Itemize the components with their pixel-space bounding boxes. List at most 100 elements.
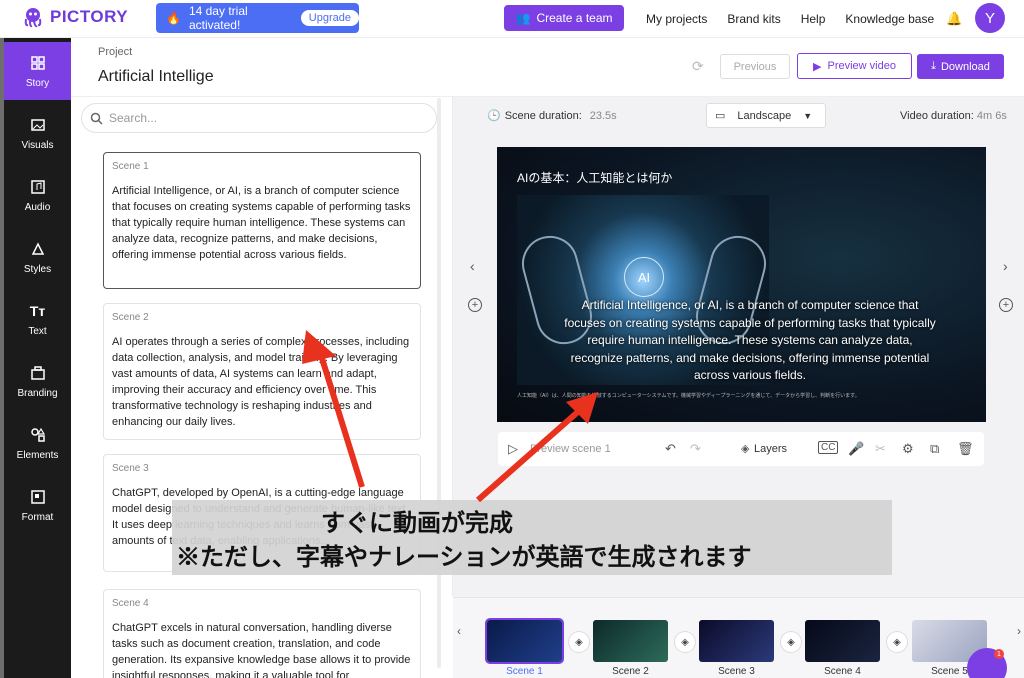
scene-label: Scene 1 bbox=[112, 161, 149, 172]
upgrade-button[interactable]: Upgrade bbox=[300, 10, 359, 26]
video-duration-value: 4m 6s bbox=[976, 110, 1007, 122]
sidebar-item-label: Text bbox=[28, 325, 47, 337]
avatar[interactable]: Y bbox=[975, 3, 1005, 33]
team-icon: 👥 bbox=[515, 11, 531, 25]
gear-icon[interactable]: ⚙ bbox=[902, 441, 914, 457]
layer-icon[interactable]: ◈ bbox=[781, 632, 801, 652]
nav-knowledge-base[interactable]: Knowledge base bbox=[845, 12, 934, 26]
timeline-thumb-3[interactable] bbox=[699, 620, 774, 662]
play-icon[interactable]: ▷ bbox=[508, 441, 518, 457]
story-scrollbar[interactable] bbox=[437, 98, 441, 668]
scene-card-2[interactable]: Scene 2 AI operates through a series of … bbox=[103, 303, 421, 440]
elements-icon bbox=[29, 426, 47, 444]
scene-text[interactable]: Artificial Intelligence, or AI, is a bra… bbox=[112, 183, 412, 263]
ai-orb: AI bbox=[624, 257, 664, 297]
create-team-label: Create a team bbox=[536, 11, 613, 25]
search-placeholder: Search... bbox=[109, 111, 158, 125]
timeline-label-1[interactable]: Scene 1 bbox=[487, 666, 562, 677]
sidebar-item-styles[interactable]: Styles bbox=[4, 228, 71, 286]
nav-help[interactable]: Help bbox=[801, 12, 826, 26]
timeline-thumb-4[interactable] bbox=[805, 620, 880, 662]
styles-icon bbox=[29, 240, 47, 258]
notification-bell-icon[interactable]: 🔔 bbox=[946, 11, 962, 27]
landscape-icon: ▭ bbox=[715, 110, 726, 122]
chevron-left-icon[interactable]: ‹ bbox=[470, 258, 475, 274]
sidebar-item-text[interactable]: Tт Text bbox=[4, 290, 71, 348]
canvas-title[interactable]: AIの基本：人工知能とは何か bbox=[517, 169, 672, 186]
download-button[interactable]: ⤓ Download bbox=[917, 54, 1004, 79]
video-duration: Video duration: 4m 6s bbox=[900, 110, 1007, 122]
scene-text[interactable]: AI operates through a series of complex … bbox=[112, 334, 412, 430]
search-input[interactable]: Search... bbox=[82, 104, 436, 132]
redo-icon[interactable]: ↷ bbox=[690, 441, 701, 457]
undo-icon[interactable]: ↶ bbox=[665, 441, 676, 457]
format-icon bbox=[29, 488, 47, 506]
sidebar-item-audio[interactable]: Audio bbox=[4, 166, 71, 224]
sidebar-item-label: Elements bbox=[16, 449, 59, 461]
scene-text[interactable]: ChatGPT excels in natural conversation, … bbox=[112, 620, 412, 678]
subtitle-caption[interactable]: Artificial Intelligence, or AI, is a bra… bbox=[560, 297, 940, 385]
add-scene-before-icon[interactable]: + bbox=[468, 298, 482, 312]
timeline-label-2[interactable]: Scene 2 bbox=[593, 666, 668, 677]
captions-icon[interactable]: CC bbox=[818, 441, 839, 454]
preview-scene-label[interactable]: Preview scene 1 bbox=[530, 443, 611, 455]
branding-icon bbox=[29, 364, 47, 382]
top-bar: PICTORY 🔥 14 day trial activated! Upgrad… bbox=[0, 0, 1024, 38]
image-icon bbox=[29, 116, 47, 134]
timeline-next-icon[interactable]: › bbox=[1017, 624, 1021, 638]
annotation-line-2: ※ただし、字幕やナレーションが英語で生成されます bbox=[176, 544, 752, 571]
scene-label: Scene 2 bbox=[112, 312, 149, 323]
logo-text: PICTORY bbox=[50, 7, 129, 26]
annotation-box: すぐに動画が完成 ※ただし、字幕やナレーションが英語で生成されます bbox=[172, 500, 892, 575]
sidebar-item-label: Audio bbox=[24, 201, 51, 213]
layers-icon: ◈ bbox=[741, 443, 750, 455]
sidebar-item-format[interactable]: Format bbox=[4, 476, 71, 534]
duplicate-icon[interactable]: ⧉ bbox=[930, 441, 939, 457]
scene-toolbar: ▷ Preview scene 1 ↶ ↷ ◈ Layers CC 🎤 ✂ ⚙ … bbox=[498, 432, 984, 466]
download-label: Download bbox=[940, 60, 990, 73]
timeline-thumb-2[interactable] bbox=[593, 620, 668, 662]
layer-icon[interactable]: ◈ bbox=[675, 632, 695, 652]
scene-duration: 🕒 Scene duration: 23.5s bbox=[487, 109, 617, 123]
chevron-down-icon: ▼ bbox=[803, 110, 813, 121]
add-scene-after-icon[interactable]: + bbox=[999, 298, 1013, 312]
nav-my-projects[interactable]: My projects bbox=[646, 12, 707, 26]
layers-button[interactable]: Layers bbox=[754, 443, 787, 455]
sidebar-item-label: Format bbox=[21, 511, 54, 523]
layer-icon[interactable]: ◈ bbox=[887, 632, 907, 652]
small-caption: 人工知能（AI）は、人間の知能を模倣するコンピューターシステムです。機械学習やデ… bbox=[517, 393, 860, 399]
video-canvas[interactable]: AIの基本：人工知能とは何か AI Artificial Intelligenc… bbox=[497, 147, 986, 422]
scene-card-4[interactable]: Scene 4 ChatGPT excels in natural conver… bbox=[103, 589, 421, 678]
previous-button[interactable]: Previous bbox=[720, 54, 790, 79]
nav-brand-kits[interactable]: Brand kits bbox=[727, 12, 780, 26]
scene-card-1[interactable]: Scene 1 Artificial Intelligence, or AI, … bbox=[103, 152, 421, 289]
timeline-prev-icon[interactable]: ‹ bbox=[457, 624, 461, 638]
sidebar-item-elements[interactable]: Elements bbox=[4, 414, 71, 472]
clock-icon: 🕒 bbox=[487, 110, 501, 122]
orientation-value: Landscape bbox=[737, 109, 792, 122]
trash-icon[interactable]: 🗑 bbox=[957, 441, 974, 457]
refresh-icon[interactable]: ⟳ bbox=[692, 58, 704, 75]
flame-icon: 🔥 bbox=[166, 11, 181, 25]
story-icon bbox=[29, 54, 47, 72]
scissors-icon[interactable]: ✂ bbox=[875, 441, 886, 457]
sidebar-item-visuals[interactable]: Visuals bbox=[4, 104, 71, 162]
scene-label: Scene 4 bbox=[112, 598, 149, 609]
microphone-icon[interactable]: 🎤 bbox=[848, 441, 864, 457]
trial-text: 14 day trial activated! bbox=[188, 4, 248, 32]
timeline-label-3[interactable]: Scene 3 bbox=[699, 666, 774, 677]
sidebar-item-branding[interactable]: Branding bbox=[4, 352, 71, 410]
orientation-select[interactable]: ▭ Landscape ▼ bbox=[706, 103, 826, 128]
timeline-thumb-1[interactable] bbox=[487, 620, 562, 662]
project-label: Project bbox=[98, 46, 133, 58]
timeline-label-4[interactable]: Scene 4 bbox=[805, 666, 880, 677]
project-title[interactable]: Artificial Intellige bbox=[98, 68, 214, 86]
sidebar-item-story[interactable]: Story bbox=[4, 42, 71, 100]
chevron-right-icon[interactable]: › bbox=[1003, 258, 1008, 274]
create-team-button[interactable]: 👥 Create a team bbox=[504, 5, 624, 31]
annotation-line-1: すぐに動画が完成 bbox=[321, 510, 513, 537]
sidebar-item-label: Branding bbox=[17, 387, 58, 399]
logo[interactable]: PICTORY bbox=[22, 6, 128, 28]
preview-video-button[interactable]: ▶ Preview video bbox=[797, 53, 912, 79]
layer-icon[interactable]: ◈ bbox=[569, 632, 589, 652]
